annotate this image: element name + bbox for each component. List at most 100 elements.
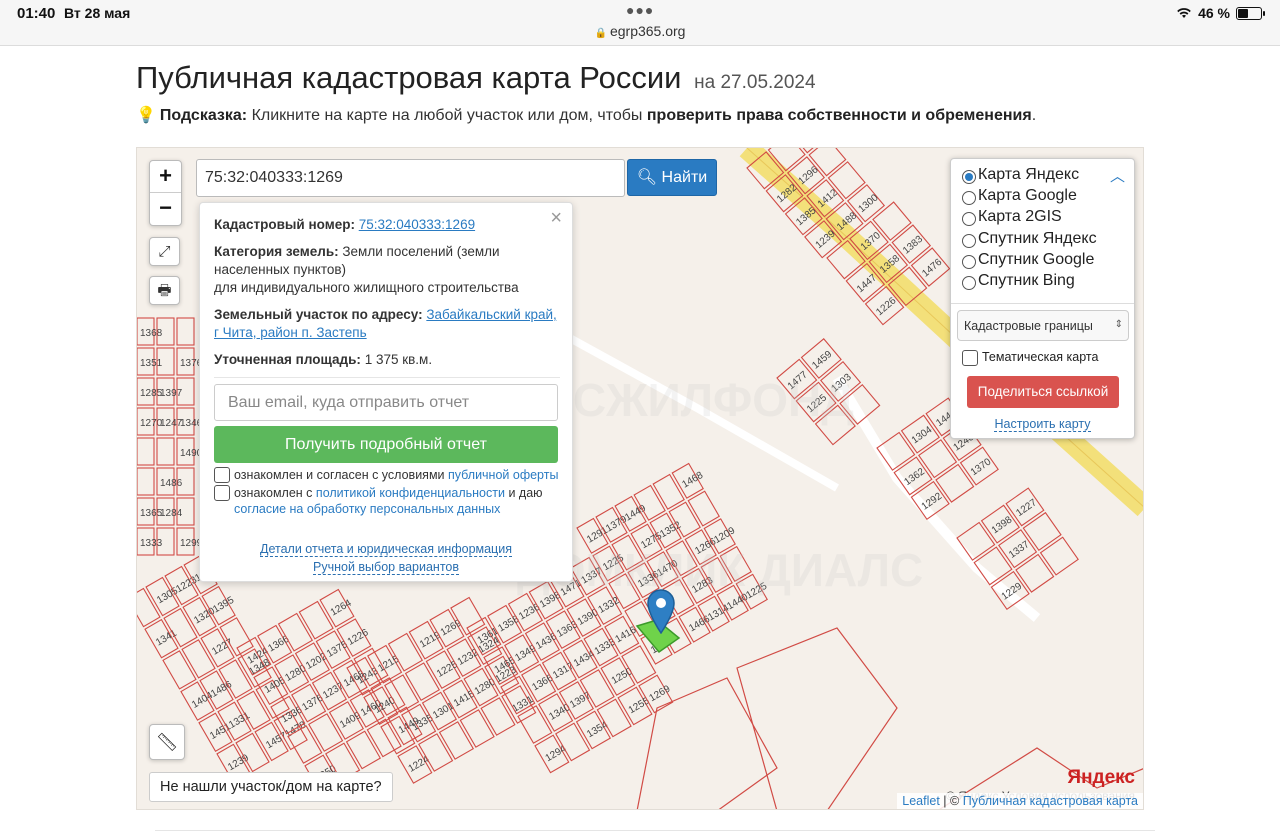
cadastral-map-link[interactable]: Публичная кадастровая карта xyxy=(963,794,1138,808)
parcel-number: 1468 xyxy=(680,470,705,491)
search-input[interactable]: 75:32:040333:1269 xyxy=(196,159,625,197)
layer-option-yandex-map[interactable]: Карта Яндекс xyxy=(962,166,1079,184)
parcel[interactable] xyxy=(687,490,720,527)
parcel-number: 1264 xyxy=(329,598,354,619)
privacy-policy-link[interactable]: политикой конфиденциальности xyxy=(316,486,505,500)
thematic-map-toggle[interactable]: Тематическая карта xyxy=(962,349,1099,366)
area-value: 1 375 кв.м. xyxy=(364,352,433,367)
parcel-number: 1284 xyxy=(160,508,183,519)
address-bar[interactable]: 🔒 egrp365.org xyxy=(0,23,1280,39)
configure-map-label: Настроить карту xyxy=(994,417,1091,432)
parcel[interactable] xyxy=(404,662,441,702)
parcel[interactable] xyxy=(298,600,334,640)
parcel[interactable] xyxy=(137,587,161,628)
parcel-number: 1237 xyxy=(321,680,346,701)
layer-option-2gis-map[interactable]: Карта 2GIS xyxy=(962,208,1062,226)
parcel[interactable] xyxy=(789,148,828,154)
parcel[interactable] xyxy=(181,639,216,679)
layer-label: Карта 2GIS xyxy=(978,208,1062,225)
layer-label: Спутник Bing xyxy=(978,272,1075,289)
parcel[interactable] xyxy=(162,650,197,690)
parcel-number: 1376 xyxy=(300,692,325,713)
parcel-number: 1436 xyxy=(534,631,559,652)
parcel-number: 1333 xyxy=(593,636,618,657)
hint: 💡 Подсказка: Кликните на карте на любой у… xyxy=(136,105,1036,125)
leaflet-link[interactable]: Leaflet xyxy=(902,794,940,808)
parcel[interactable] xyxy=(176,317,195,346)
fullscreen-icon: ⤢ xyxy=(158,243,171,260)
search-icon: 🔍︎ xyxy=(636,169,658,186)
parcel[interactable] xyxy=(459,709,495,748)
parcel[interactable] xyxy=(438,721,475,760)
privacy-checkbox[interactable] xyxy=(214,485,230,501)
parcel[interactable] xyxy=(308,713,344,752)
hint-bold-text: проверить права собственности и обремене… xyxy=(646,107,1032,124)
parcel[interactable] xyxy=(1039,536,1079,576)
parcel[interactable] xyxy=(137,437,155,466)
parcel[interactable] xyxy=(345,730,382,770)
layer-radio[interactable] xyxy=(962,212,976,226)
layer-radio[interactable] xyxy=(962,255,976,269)
offer-link[interactable]: публичной оферты xyxy=(448,468,558,482)
parcel-number: 1415 xyxy=(452,688,477,709)
yandex-logo: Яндекс xyxy=(1067,767,1135,788)
configure-map-link[interactable]: Настроить карту xyxy=(951,417,1134,432)
date: Вт 28 мая xyxy=(64,5,131,21)
details-link-label: Детали отчета и юридическая информация xyxy=(260,542,512,557)
parcel-number: 1405 xyxy=(263,675,288,696)
parcel-number: 1215 xyxy=(376,654,401,675)
parcel[interactable] xyxy=(652,473,685,510)
parcel[interactable] xyxy=(137,467,155,496)
browser-status-bar: 01:40 Вт 28 мая ●●● 🔒 egrp365.org 46 % xyxy=(0,0,1280,46)
cadastral-number-label: Кадастровый номер: xyxy=(214,217,355,232)
layer-option-google-map[interactable]: Карта Google xyxy=(962,187,1077,205)
parcel-number: 1351 xyxy=(140,358,163,369)
parcel-number: 1397 xyxy=(160,388,183,399)
cadastral-number-row: Кадастровый номер: 75:32:040333:1269 xyxy=(214,216,560,234)
layer-option-google-satellite[interactable]: Спутник Google xyxy=(962,251,1094,269)
details-link[interactable]: Детали отчета и юридическая информация xyxy=(200,542,572,557)
page-divider xyxy=(155,830,1155,831)
layer-radio[interactable] xyxy=(962,191,976,205)
layer-option-bing-satellite[interactable]: Спутник Bing xyxy=(962,272,1075,290)
clock: 01:40 xyxy=(17,5,56,22)
parcel-number: 1236 xyxy=(517,602,542,623)
thematic-checkbox[interactable] xyxy=(962,350,978,366)
parcel-number: 1269 xyxy=(648,683,673,704)
parcel-number: 1226 xyxy=(346,627,371,648)
hint-label: Подсказка: xyxy=(159,107,248,124)
not-found-button[interactable]: Не нашли участок/дом на карте? xyxy=(149,772,393,802)
divider xyxy=(951,303,1134,304)
thematic-label: Тематическая карта xyxy=(982,350,1099,364)
manual-select-link[interactable]: Ручной выбор вариантов xyxy=(200,560,572,575)
search-button[interactable]: 🔍︎ Найти xyxy=(627,159,717,196)
ruler-button[interactable]: 📏︎ xyxy=(149,724,185,760)
print-button[interactable]: 🖶 xyxy=(149,276,180,305)
share-link-button[interactable]: Поделиться ссылкой xyxy=(967,376,1119,408)
overlay-select[interactable]: Кадастровые границы ⇕ xyxy=(957,310,1129,341)
parcel-number: 1358 xyxy=(496,614,521,635)
parcel-number: 1354 xyxy=(585,719,610,740)
fullscreen-button[interactable]: ⤢ xyxy=(149,237,180,266)
layer-radio[interactable] xyxy=(962,276,976,290)
location-marker-icon[interactable] xyxy=(646,588,676,634)
parcel[interactable] xyxy=(156,437,175,466)
layer-radio[interactable] xyxy=(962,170,976,184)
zoom-in-button[interactable]: + xyxy=(150,161,181,193)
layer-radio[interactable] xyxy=(962,234,976,248)
email-input[interactable]: Ваш email, куда отправить отчет xyxy=(214,384,558,421)
cadastral-map[interactable]: 1368 1351 1376 1285 1397 1270 1247 1346 1490 1486… xyxy=(136,147,1144,810)
get-report-button[interactable]: Получить подробный отчет xyxy=(214,426,558,463)
personal-data-link[interactable]: согласие на обработку персональных данны… xyxy=(234,502,500,516)
chevron-up-icon[interactable]: ︿ xyxy=(1110,165,1125,186)
layer-option-yandex-satellite[interactable]: Спутник Яндекс xyxy=(962,230,1097,248)
parcel-number: 1294 xyxy=(544,743,569,764)
more-dots-icon[interactable]: ●●● xyxy=(626,2,654,18)
parcel[interactable] xyxy=(480,697,516,736)
zoom-out-button[interactable]: − xyxy=(150,193,181,225)
privacy-consent-text: ознакомлен с xyxy=(234,486,313,500)
cadastral-number-link[interactable]: 75:32:040333:1269 xyxy=(359,217,475,232)
offer-checkbox[interactable] xyxy=(214,467,230,483)
privacy-consent: ознакомлен с политикой конфиденциальност… xyxy=(214,485,560,517)
parcel-number: 1280 xyxy=(283,663,308,684)
